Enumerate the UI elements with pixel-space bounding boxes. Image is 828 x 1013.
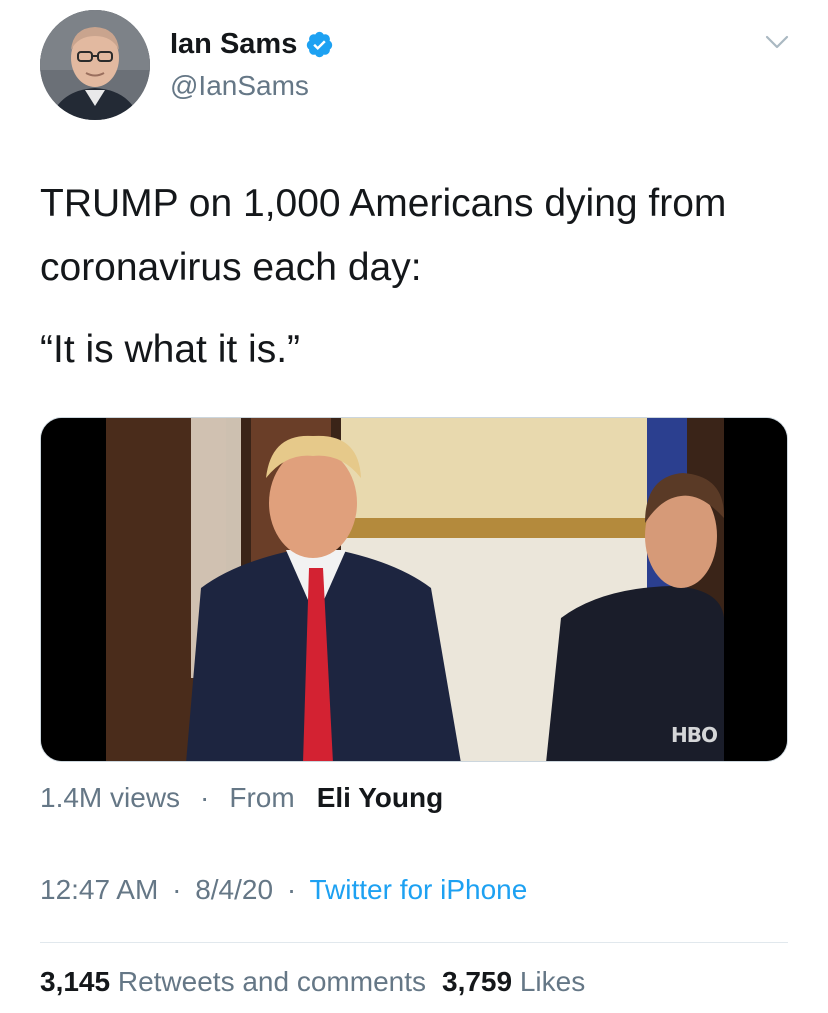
likes-stat[interactable]: 3,759 Likes bbox=[442, 966, 585, 997]
video-player[interactable]: HBO bbox=[40, 417, 788, 762]
author-name-row: Ian Sams bbox=[170, 28, 334, 61]
tweet-date: 8/4/20 bbox=[195, 874, 274, 905]
author-handle[interactable]: @IanSams bbox=[170, 70, 309, 102]
timestamp-separator: · bbox=[172, 874, 182, 905]
retweets-label: Retweets and comments bbox=[117, 966, 426, 997]
tweet-text-line: “It is what it is.” bbox=[40, 328, 301, 371]
retweets-stat[interactable]: 3,145 Retweets and comments bbox=[40, 966, 426, 997]
source-link[interactable]: Twitter for iPhone bbox=[309, 874, 527, 905]
retweets-count: 3,145 bbox=[40, 966, 111, 997]
timestamp-separator: · bbox=[286, 874, 297, 905]
divider bbox=[40, 942, 788, 943]
verified-badge-icon bbox=[305, 30, 334, 59]
chevron-down-icon[interactable] bbox=[762, 30, 792, 54]
timestamp-row: 12:47 AM · 8/4/20 · Twitter for iPhone bbox=[40, 874, 527, 906]
from-label: From bbox=[229, 782, 295, 813]
video-watermark: HBO bbox=[671, 723, 718, 747]
tweet-text: TRUMP on 1,000 Americans dying from coro… bbox=[40, 172, 800, 382]
tweet-text-line: TRUMP on 1,000 Americans dying from coro… bbox=[40, 182, 727, 289]
engagement-stats: 3,145 Retweets and comments 3,759 Likes bbox=[40, 966, 585, 998]
video-meta: 1.4M views · From Eli Young bbox=[40, 782, 443, 814]
likes-label: Likes bbox=[519, 966, 586, 997]
from-author-link[interactable]: Eli Young bbox=[317, 782, 444, 814]
view-count: 1.4M views bbox=[40, 782, 181, 813]
avatar[interactable] bbox=[40, 10, 150, 120]
meta-separator: · bbox=[200, 782, 210, 813]
likes-count: 3,759 bbox=[442, 966, 513, 997]
author-name[interactable]: Ian Sams bbox=[170, 28, 297, 61]
tweet-time: 12:47 AM bbox=[40, 874, 159, 905]
